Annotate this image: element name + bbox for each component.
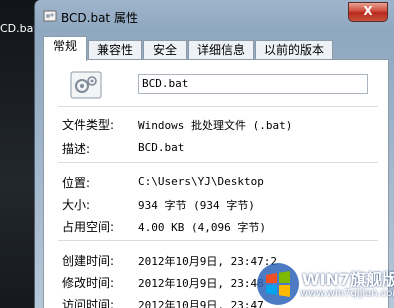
tab-previous-versions[interactable]: 以前的版本 (255, 40, 333, 60)
modified-label: 修改时间: (62, 276, 115, 290)
desktop-file-label[interactable]: CD.bat (0, 22, 36, 35)
tab-bar: 常规 兼容性 安全 详细信息 以前的版本 (43, 36, 391, 61)
batch-file-icon (43, 10, 57, 22)
file-type-value: Windows 批处理文件 (.bat) (138, 119, 293, 132)
size-on-disk-value: 4.00 KB (4,096 字节) (138, 221, 266, 234)
created-label: 创建时间: (62, 254, 115, 268)
description-label: 描述: (62, 142, 91, 156)
separator (58, 240, 378, 241)
tab-general[interactable]: 常规 (43, 36, 87, 61)
size-value: 934 字节 (934 字节) (138, 199, 255, 212)
tab-compatibility[interactable]: 兼容性 (88, 40, 142, 60)
title-bar[interactable]: BCD.bat 属性 X (35, 0, 394, 34)
separator (58, 106, 378, 107)
separator (58, 162, 378, 163)
windows-logo-icon (257, 263, 299, 305)
accessed-value: 2012年10月9日, 23:47 (138, 299, 264, 308)
size-label: 大小: (62, 198, 91, 212)
tab-details[interactable]: 详细信息 (188, 40, 254, 60)
tab-security[interactable]: 安全 (143, 40, 187, 60)
watermark: WIN7旗舰版 www.win7qijian.com (256, 258, 394, 308)
close-button[interactable]: X (348, 2, 388, 22)
watermark-url: www.win7qijian.com (300, 288, 394, 299)
location-label: 位置: (62, 176, 91, 190)
window-title: BCD.bat 属性 (61, 11, 138, 25)
description-value: BCD.bat (138, 141, 185, 154)
modified-value: 2012年10月9日, 23:48 (138, 277, 264, 290)
batch-file-icon (70, 71, 102, 99)
location-value: C:\Users\YJ\Desktop (138, 175, 264, 188)
size-on-disk-label: 占用空间: (62, 220, 115, 234)
accessed-label: 访问时间: (62, 298, 115, 308)
file-name-field[interactable]: BCD.bat (138, 74, 368, 94)
watermark-text: WIN7旗舰版 (302, 270, 394, 289)
file-type-label: 文件类型: (62, 118, 115, 132)
